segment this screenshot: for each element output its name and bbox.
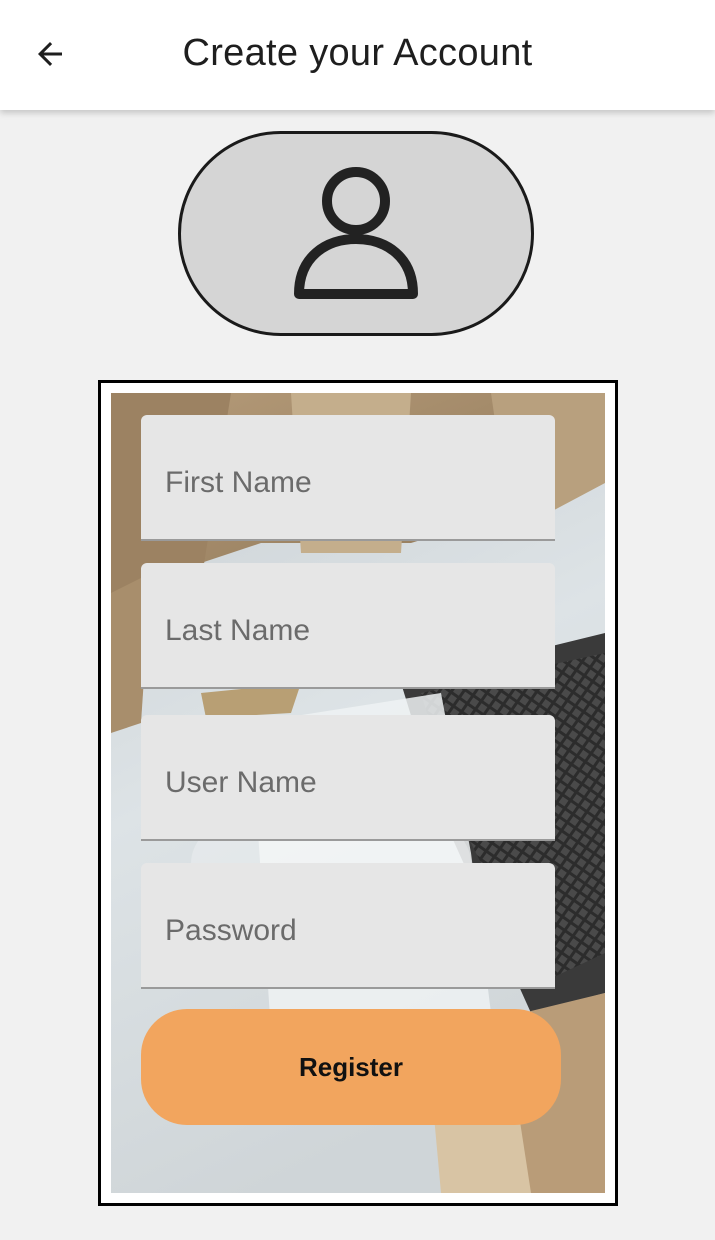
- app-bar: Create your Account: [0, 0, 715, 110]
- user-name-field[interactable]: User Name: [141, 715, 555, 841]
- register-label: Register: [298, 1051, 404, 1082]
- avatar-placeholder[interactable]: [178, 131, 534, 336]
- page-title: Create your Account: [182, 32, 533, 74]
- registration-form: First Name Last Name User Name Password …: [98, 380, 618, 1206]
- last-name-field[interactable]: Last Name: [141, 563, 555, 689]
- first-name-field[interactable]: First Name: [141, 415, 555, 541]
- password-placeholder: Password: [165, 914, 297, 947]
- user-name-placeholder: User Name: [165, 766, 317, 799]
- first-name-placeholder: First Name: [165, 466, 312, 499]
- last-name-placeholder: Last Name: [165, 614, 311, 647]
- person-outline-icon: [294, 166, 418, 299]
- password-field[interactable]: Password: [141, 863, 555, 989]
- register-button[interactable]: Register: [141, 1009, 561, 1125]
